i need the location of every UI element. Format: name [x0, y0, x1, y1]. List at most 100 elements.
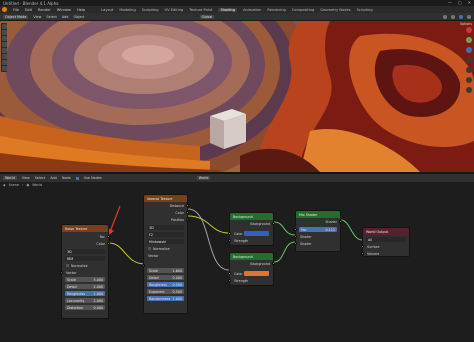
background1-strength-socket[interactable]: [228, 239, 231, 242]
node-menu-add[interactable]: Add: [50, 176, 57, 180]
mix-shader1-socket[interactable]: [294, 235, 297, 238]
breadcrumb-scene[interactable]: Scene: [9, 183, 19, 187]
noise-fac-socket[interactable]: [107, 235, 110, 238]
mode-dropdown[interactable]: Object Mode: [3, 14, 29, 19]
node-menu-select[interactable]: Select: [35, 176, 45, 180]
voronoi-scale-field[interactable]: Scale 1.600: [147, 268, 184, 273]
background2-color-swatch[interactable]: [244, 271, 269, 276]
maximize-button[interactable]: ▢: [458, 0, 462, 5]
menu-help[interactable]: Help: [77, 8, 85, 12]
close-button[interactable]: ✕: [468, 0, 471, 5]
breadcrumb-world[interactable]: World: [32, 183, 42, 187]
tab-animation[interactable]: Animation: [243, 8, 261, 12]
camera-view-icon[interactable]: [466, 77, 472, 83]
axis-x-icon[interactable]: [466, 27, 472, 33]
viewport-options-dropdown[interactable]: Options: [460, 22, 472, 26]
voronoi-normalize-row[interactable]: Normalize: [144, 246, 187, 251]
noise-vector-socket[interactable]: [60, 271, 63, 274]
background1-color-swatch[interactable]: [244, 231, 269, 236]
noise-color-socket[interactable]: [107, 242, 110, 245]
tab-modeling[interactable]: Modeling: [119, 8, 135, 12]
voronoi-feature-dropdown[interactable]: F2: [147, 232, 184, 237]
background1-output-socket[interactable]: [272, 222, 275, 225]
background2-strength-socket[interactable]: [228, 279, 231, 282]
viewport-menu-object[interactable]: Object: [73, 15, 84, 19]
mix-output-socket[interactable]: [339, 220, 342, 223]
noise-scale-field[interactable]: Scale 5.000: [65, 277, 105, 282]
background-node-1[interactable]: Background Background Color Strength: [228, 212, 275, 246]
voronoi-vector-socket[interactable]: [142, 264, 145, 267]
link-voronoi-bg2[interactable]: [187, 208, 230, 271]
mix-shader-node[interactable]: Mix Shader Shader Fac 0.112 Shader Shader: [294, 210, 342, 252]
output-surface-socket[interactable]: [361, 245, 364, 248]
noise-lacunarity-field[interactable]: Lacunarity 2.000: [65, 298, 105, 303]
link-bg1-mix[interactable]: [273, 221, 296, 236]
3d-viewport[interactable]: Options: [0, 21, 474, 172]
voronoi-normalize-checkbox[interactable]: [148, 247, 151, 250]
tab-sculpting[interactable]: Sculpting: [142, 8, 159, 12]
world-selector[interactable]: World: [196, 176, 211, 180]
mix-shader2-socket[interactable]: [294, 242, 297, 245]
tab-geometry-nodes[interactable]: Geometry Nodes: [320, 8, 350, 12]
menu-file[interactable]: File: [13, 8, 19, 12]
link-mix-output[interactable]: [340, 219, 363, 241]
voronoi-position-socket[interactable]: [186, 218, 189, 221]
background2-node-header[interactable]: Background: [230, 253, 273, 260]
noise-texture-node[interactable]: Noise Texture Fac Color 3D fBM Normalize…: [60, 224, 110, 319]
rendered-shading-icon[interactable]: [467, 14, 471, 19]
move-tool-icon[interactable]: [1, 36, 7, 41]
noise-dimension-dropdown[interactable]: 3D: [65, 249, 105, 254]
menu-edit[interactable]: Edit: [25, 8, 32, 12]
axis-y-icon[interactable]: [466, 37, 472, 43]
rotate-tool-icon[interactable]: [1, 42, 7, 47]
voronoi-randomness-field[interactable]: Randomness 1.000: [147, 296, 184, 301]
mix-fac-field[interactable]: Fac 0.112: [299, 227, 337, 232]
material-preview-icon[interactable]: [459, 14, 463, 19]
shader-type-dropdown[interactable]: World: [3, 176, 17, 180]
tab-compositing[interactable]: Compositing: [292, 8, 315, 12]
link-voronoi-bg1[interactable]: [187, 215, 230, 234]
scale-tool-icon[interactable]: [1, 48, 7, 53]
measure-tool-icon[interactable]: [1, 66, 7, 71]
noise-detail-field[interactable]: Detail 2.000: [65, 284, 105, 289]
noise-type-dropdown[interactable]: fBM: [65, 256, 105, 261]
zoom-icon[interactable]: [466, 57, 472, 63]
mix-node-header[interactable]: Mix Shader: [296, 211, 340, 218]
node-editor[interactable]: Noise Texture Fac Color 3D fBM Normalize…: [0, 188, 474, 342]
voronoi-texture-node[interactable]: Voronoi Texture Distance Color Position …: [142, 194, 189, 314]
xray-icon[interactable]: [451, 14, 455, 19]
output-node-header[interactable]: World Output: [363, 228, 409, 235]
voronoi-detail-field[interactable]: Detail 0.000: [147, 275, 184, 280]
link-bg2-mix[interactable]: [273, 241, 296, 263]
voronoi-dimension-dropdown[interactable]: 3D: [147, 225, 184, 230]
tab-shading[interactable]: Shading: [218, 7, 238, 12]
menu-window[interactable]: Window: [57, 8, 71, 12]
background2-color-socket[interactable]: [228, 272, 231, 275]
noise-normalize-checkbox[interactable]: [66, 264, 69, 267]
voronoi-distance-socket[interactable]: [186, 204, 189, 207]
output-target-dropdown[interactable]: All: [366, 237, 406, 242]
voronoi-node-header[interactable]: Voronoi Texture: [144, 195, 187, 202]
node-menu-node[interactable]: Node: [62, 176, 71, 180]
blender-logo-icon[interactable]: [2, 7, 7, 12]
minimize-button[interactable]: —: [448, 0, 452, 5]
world-output-node[interactable]: World Output All Surface Volume: [361, 227, 410, 257]
noise-distortion-field[interactable]: Distortion 0.000: [65, 305, 105, 310]
menu-render[interactable]: Render: [38, 8, 51, 12]
link-noise-voronoi[interactable]: [108, 242, 146, 265]
noise-node-header[interactable]: Noise Texture: [62, 225, 108, 232]
tab-scripting[interactable]: Scripting: [357, 8, 373, 12]
tab-layout[interactable]: Layout: [101, 8, 113, 12]
tab-uv-editing[interactable]: UV Editing: [165, 8, 184, 12]
output-volume-socket[interactable]: [361, 252, 364, 255]
cursor-tool-icon[interactable]: [1, 30, 7, 35]
tab-texture-paint[interactable]: Texture Paint: [189, 8, 212, 12]
transform-orientation-dropdown[interactable]: Global: [199, 14, 215, 19]
background1-color-socket[interactable]: [228, 232, 231, 235]
background-node-2[interactable]: Background Background Color Strength: [228, 252, 275, 286]
axis-z-icon[interactable]: [466, 47, 472, 53]
noise-normalize-row[interactable]: Normalize: [62, 263, 108, 268]
voronoi-metric-dropdown[interactable]: Minkowski: [147, 239, 184, 244]
tab-rendering[interactable]: Rendering: [267, 8, 285, 12]
background1-node-header[interactable]: Background: [230, 213, 273, 220]
